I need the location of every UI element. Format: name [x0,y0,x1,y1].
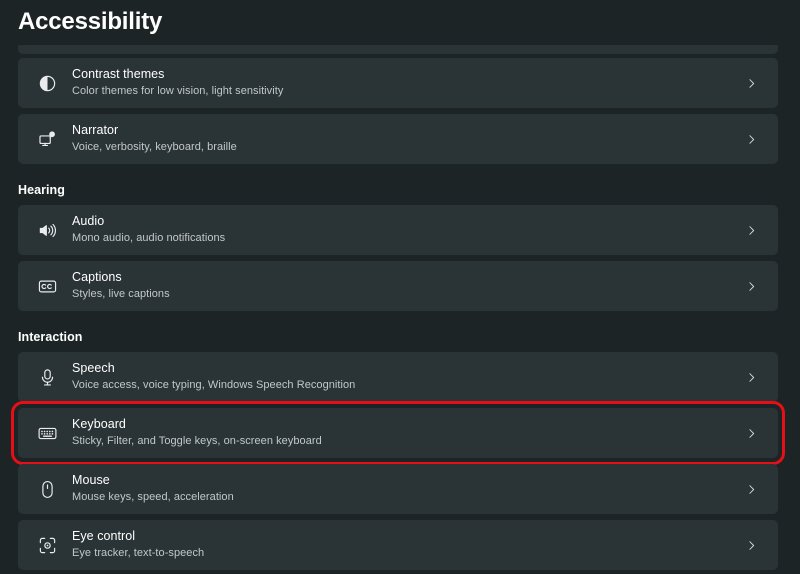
setting-card-audio[interactable]: AudioMono audio, audio notifications [18,205,778,255]
card-subtitle: Mouse keys, speed, acceleration [72,490,734,505]
card-title: Eye control [72,528,734,545]
card-subtitle: Mono audio, audio notifications [72,231,734,246]
chevron-right-icon[interactable] [734,371,768,384]
setting-card-keyboard[interactable]: KeyboardSticky, Filter, and Toggle keys,… [18,408,778,458]
card-text: AudioMono audio, audio notifications [72,213,734,246]
card-title: Contrast themes [72,66,734,83]
card-subtitle: Color themes for low vision, light sensi… [72,84,734,99]
keyboard-icon [30,424,64,443]
card-title: Narrator [72,122,734,139]
setting-card-narrator[interactable]: NarratorVoice, verbosity, keyboard, brai… [18,114,778,164]
settings-scroll-area[interactable]: Contrast themesColor themes for low visi… [0,40,800,574]
card-subtitle: Styles, live captions [72,287,734,302]
card-text: Eye controlEye tracker, text-to-speech [72,528,734,561]
chevron-right-icon[interactable] [734,77,768,90]
setting-card-mouse[interactable]: MouseMouse keys, speed, acceleration [18,464,778,514]
eye-control-viewfinder-icon [30,536,64,555]
card-text: MouseMouse keys, speed, acceleration [72,472,734,505]
setting-card-eye-control[interactable]: Eye controlEye tracker, text-to-speech [18,520,778,570]
card-text: NarratorVoice, verbosity, keyboard, brai… [72,122,734,155]
microphone-icon [30,368,64,387]
card-subtitle: Voice, verbosity, keyboard, braille [72,140,734,155]
chevron-right-icon[interactable] [734,427,768,440]
card-subtitle: Sticky, Filter, and Toggle keys, on-scre… [72,434,734,449]
chevron-right-icon[interactable] [734,224,768,237]
setting-card-captions[interactable]: CaptionsStyles, live captions [18,261,778,311]
partial-card-above[interactable] [18,45,778,54]
speaker-volume-icon [30,221,64,240]
section-header-hearing: Hearing [0,170,800,205]
section-header-interaction: Interaction [0,317,800,352]
card-text: CaptionsStyles, live captions [72,269,734,302]
settings-list: Contrast themesColor themes for low visi… [0,58,800,574]
card-subtitle: Voice access, voice typing, Windows Spee… [72,378,734,393]
narrator-monitor-speech-icon [30,130,64,149]
card-subtitle: Eye tracker, text-to-speech [72,546,734,561]
card-title: Speech [72,360,734,377]
chevron-right-icon[interactable] [734,280,768,293]
page-title: Accessibility [18,8,162,36]
card-title: Keyboard [72,416,734,433]
chevron-right-icon[interactable] [734,133,768,146]
contrast-circle-icon [30,74,64,93]
card-text: Contrast themesColor themes for low visi… [72,66,734,99]
setting-card-contrast-themes[interactable]: Contrast themesColor themes for low visi… [18,58,778,108]
closed-caption-icon [30,277,64,296]
setting-card-speech[interactable]: SpeechVoice access, voice typing, Window… [18,352,778,402]
card-text: KeyboardSticky, Filter, and Toggle keys,… [72,416,734,449]
chevron-right-icon[interactable] [734,539,768,552]
chevron-right-icon[interactable] [734,483,768,496]
card-title: Captions [72,269,734,286]
card-title: Audio [72,213,734,230]
card-title: Mouse [72,472,734,489]
mouse-icon [30,480,64,499]
card-text: SpeechVoice access, voice typing, Window… [72,360,734,393]
